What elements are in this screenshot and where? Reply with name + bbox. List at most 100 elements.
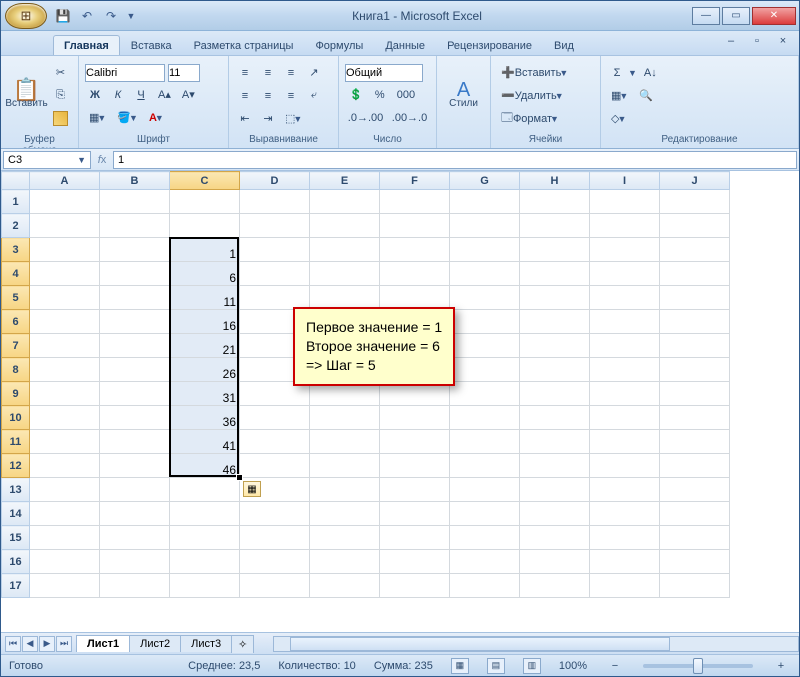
cell-E17[interactable] (310, 574, 380, 598)
cell-G10[interactable] (450, 406, 520, 430)
cell-B14[interactable] (100, 502, 170, 526)
cell-C11[interactable]: 41 (170, 430, 240, 454)
align-left-icon[interactable]: ≡ (235, 86, 255, 106)
cell-G2[interactable] (450, 214, 520, 238)
cell-D15[interactable] (240, 526, 310, 550)
cell-G12[interactable] (450, 454, 520, 478)
row-header-5[interactable]: 5 (2, 286, 30, 310)
sheet-tab-3[interactable]: Лист3 (180, 635, 232, 652)
worksheet-grid[interactable]: ABCDEFGHIJ123146511616721826931103611411… (1, 171, 799, 632)
cell-B12[interactable] (100, 454, 170, 478)
cell-H17[interactable] (520, 574, 590, 598)
row-header-4[interactable]: 4 (2, 262, 30, 286)
cell-J10[interactable] (660, 406, 730, 430)
view-normal-icon[interactable]: ▦ (451, 658, 469, 674)
cell-B11[interactable] (100, 430, 170, 454)
cell-H8[interactable] (520, 358, 590, 382)
cell-G13[interactable] (450, 478, 520, 502)
cell-E10[interactable] (310, 406, 380, 430)
close-button[interactable]: ✕ (752, 7, 796, 25)
cell-I16[interactable] (590, 550, 660, 574)
cell-C1[interactable] (170, 190, 240, 214)
tab-review[interactable]: Рецензирование (436, 35, 543, 55)
cell-J2[interactable] (660, 214, 730, 238)
decrease-decimal-icon[interactable]: .00→.0 (389, 108, 430, 128)
cell-C8[interactable]: 26 (170, 358, 240, 382)
cell-G15[interactable] (450, 526, 520, 550)
cell-D14[interactable] (240, 502, 310, 526)
cell-D1[interactable] (240, 190, 310, 214)
cell-A11[interactable] (30, 430, 100, 454)
fill-handle[interactable] (236, 474, 243, 481)
column-header-D[interactable]: D (240, 172, 310, 190)
font-color-icon[interactable]: A▼ (145, 108, 168, 128)
cell-C2[interactable] (170, 214, 240, 238)
cell-C14[interactable] (170, 502, 240, 526)
cell-A10[interactable] (30, 406, 100, 430)
fill-color-icon[interactable]: 🪣▼ (113, 108, 142, 128)
cell-I12[interactable] (590, 454, 660, 478)
cell-F1[interactable] (380, 190, 450, 214)
align-right-icon[interactable]: ≡ (281, 86, 301, 106)
increase-indent-icon[interactable]: ⇥ (258, 109, 278, 129)
copy-icon[interactable]: ⎘ (49, 86, 72, 106)
cell-B8[interactable] (100, 358, 170, 382)
cell-C10[interactable]: 36 (170, 406, 240, 430)
cell-F2[interactable] (380, 214, 450, 238)
tab-data[interactable]: Данные (374, 35, 436, 55)
align-middle-icon[interactable]: ≡ (258, 63, 278, 83)
cell-F17[interactable] (380, 574, 450, 598)
cell-D17[interactable] (240, 574, 310, 598)
tab-layout[interactable]: Разметка страницы (183, 35, 305, 55)
cell-C3[interactable]: 1 (170, 238, 240, 262)
cell-F11[interactable] (380, 430, 450, 454)
cell-D2[interactable] (240, 214, 310, 238)
cell-C6[interactable]: 16 (170, 310, 240, 334)
column-header-J[interactable]: J (660, 172, 730, 190)
maximize-button[interactable]: ▭ (722, 7, 750, 25)
styles-button[interactable]: A Стили (442, 66, 486, 126)
zoom-slider[interactable] (643, 664, 753, 668)
currency-icon[interactable]: 💲 (345, 85, 367, 105)
cell-H4[interactable] (520, 262, 590, 286)
row-header-2[interactable]: 2 (2, 214, 30, 238)
h-scroll-thumb[interactable] (290, 637, 670, 651)
cell-A3[interactable] (30, 238, 100, 262)
cell-G11[interactable] (450, 430, 520, 454)
cell-B10[interactable] (100, 406, 170, 430)
cell-G5[interactable] (450, 286, 520, 310)
row-header-11[interactable]: 11 (2, 430, 30, 454)
cell-H7[interactable] (520, 334, 590, 358)
cell-B17[interactable] (100, 574, 170, 598)
row-header-14[interactable]: 14 (2, 502, 30, 526)
cell-A16[interactable] (30, 550, 100, 574)
cell-C12[interactable]: 46 (170, 454, 240, 478)
mdi-close-icon[interactable]: × (773, 34, 793, 48)
cell-F12[interactable] (380, 454, 450, 478)
cell-A13[interactable] (30, 478, 100, 502)
cell-E2[interactable] (310, 214, 380, 238)
cell-H2[interactable] (520, 214, 590, 238)
cell-G8[interactable] (450, 358, 520, 382)
cell-I17[interactable] (590, 574, 660, 598)
cell-J7[interactable] (660, 334, 730, 358)
cell-H16[interactable] (520, 550, 590, 574)
cell-I8[interactable] (590, 358, 660, 382)
new-sheet-button[interactable]: ✧ (231, 635, 254, 653)
clear-icon[interactable]: ◇▼ (607, 109, 630, 129)
cell-D10[interactable] (240, 406, 310, 430)
cell-J17[interactable] (660, 574, 730, 598)
merge-icon[interactable]: ⬚▼ (281, 109, 306, 129)
name-box[interactable]: C3▼ (3, 151, 91, 169)
zoom-slider-thumb[interactable] (693, 658, 703, 674)
zoom-in-button[interactable]: + (771, 656, 791, 676)
cell-J15[interactable] (660, 526, 730, 550)
cell-E5[interactable] (310, 286, 380, 310)
cell-I14[interactable] (590, 502, 660, 526)
office-button[interactable]: ⊞ (5, 3, 47, 29)
minimize-button[interactable]: — (692, 7, 720, 25)
cell-C15[interactable] (170, 526, 240, 550)
paste-button[interactable]: 📋 Вставить (7, 66, 46, 126)
sheet-nav-first[interactable]: ⏮ (5, 636, 21, 652)
cell-A2[interactable] (30, 214, 100, 238)
